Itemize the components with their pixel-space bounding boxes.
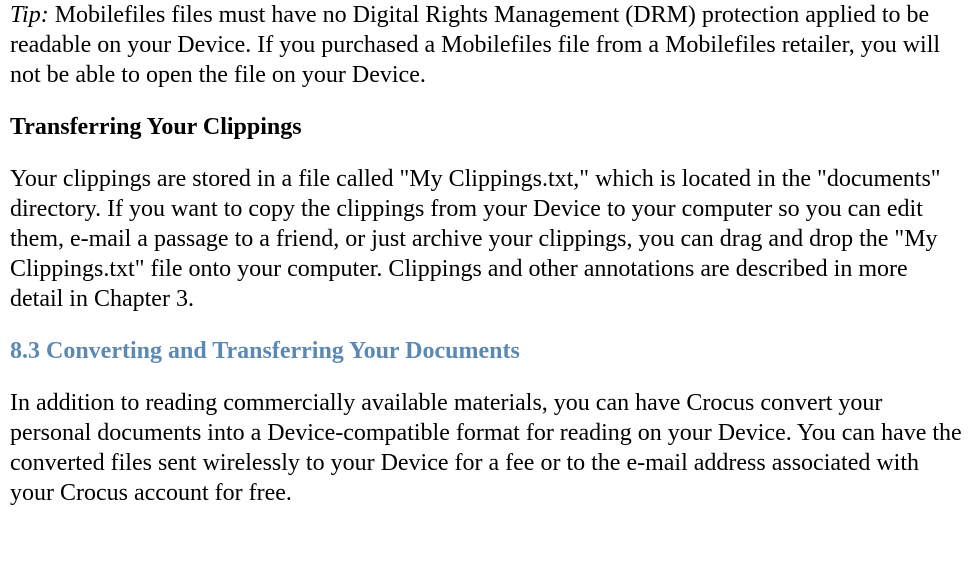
spacer	[10, 90, 964, 112]
spacer	[10, 314, 964, 336]
tip-label: Tip:	[10, 2, 49, 28]
tip-body: Mobilefiles files must have no Digital R…	[10, 2, 940, 88]
section-heading-8-3: 8.3 Converting and Transferring Your Doc…	[10, 336, 964, 366]
document-page: Tip: Mobilefiles files must have no Digi…	[0, 0, 974, 528]
spacer	[10, 142, 964, 164]
clippings-heading: Transferring Your Clippings	[10, 112, 964, 142]
tip-paragraph: Tip: Mobilefiles files must have no Digi…	[10, 0, 964, 90]
clippings-body: Your clippings are stored in a file call…	[10, 164, 964, 314]
section-body-8-3: In addition to reading commercially avai…	[10, 388, 964, 508]
spacer	[10, 366, 964, 388]
